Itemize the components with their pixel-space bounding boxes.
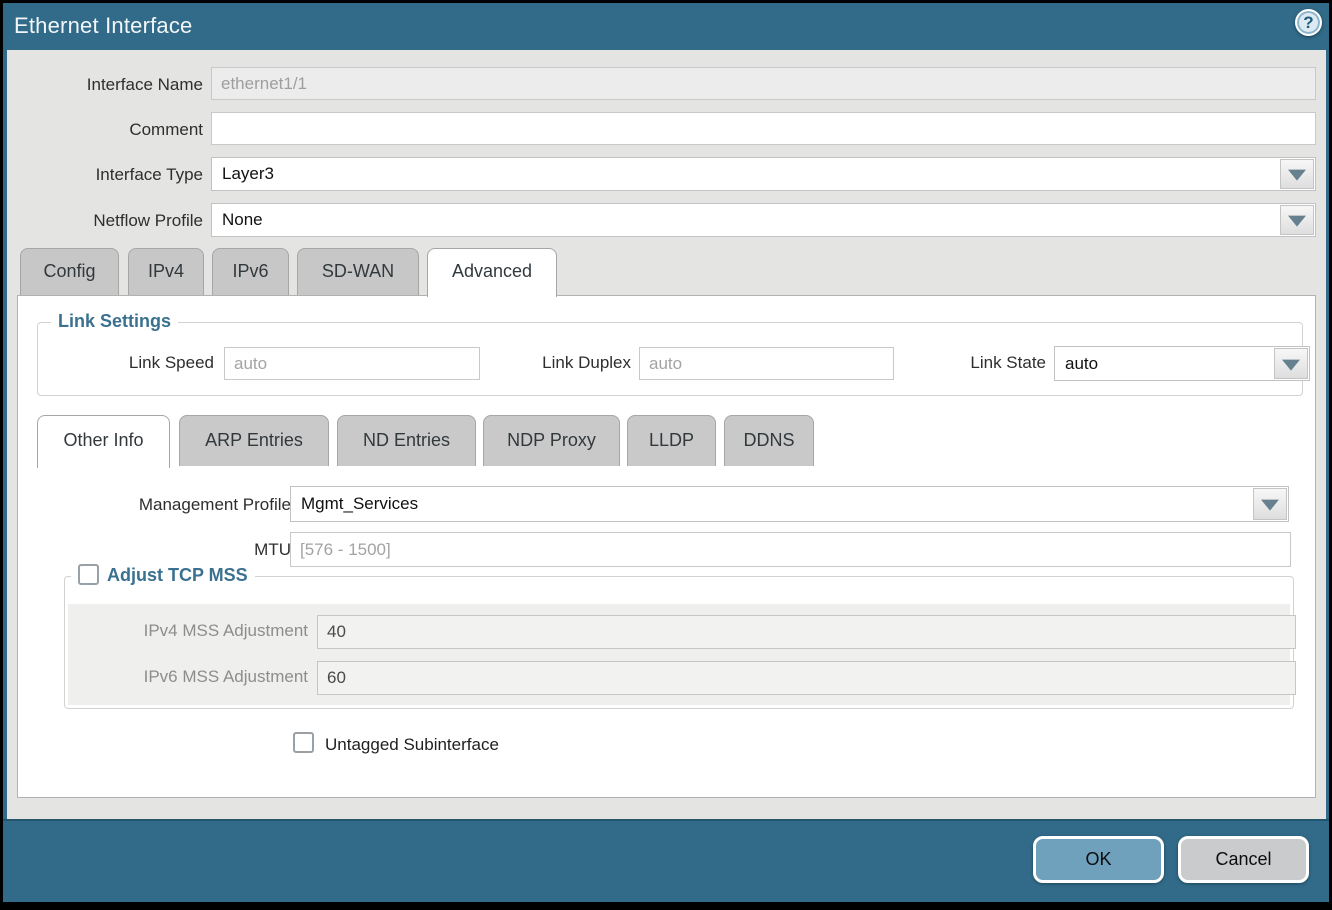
management-profile-select[interactable]: Mgmt_Services bbox=[290, 486, 1289, 522]
subtab-lldp[interactable]: LLDP bbox=[627, 415, 716, 466]
netflow-profile-select[interactable]: None bbox=[211, 203, 1316, 237]
adjust-tcp-mss-legend: Adjust TCP MSS bbox=[107, 565, 248, 585]
untagged-subinterface-label: Untagged Subinterface bbox=[325, 735, 499, 755]
tab-advanced[interactable]: Advanced bbox=[427, 248, 557, 297]
subtab-ddns[interactable]: DDNS bbox=[724, 415, 814, 466]
mtu-input[interactable] bbox=[290, 532, 1291, 567]
link-speed-label: Link Speed bbox=[64, 353, 214, 373]
management-profile-label: Management Profile bbox=[74, 495, 291, 515]
netflow-profile-label: Netflow Profile bbox=[23, 211, 203, 231]
link-state-label: Link State bbox=[924, 353, 1046, 373]
comment-label: Comment bbox=[23, 120, 203, 140]
help-icon[interactable]: ? bbox=[1295, 9, 1322, 36]
adjust-tcp-mss-fieldset: Adjust TCP MSS IPv4 MSS Adjustment IPv6 … bbox=[64, 576, 1294, 709]
dialog-frame: Ethernet Interface ? Interface Name Comm… bbox=[3, 3, 1329, 907]
link-state-value: auto bbox=[1065, 354, 1098, 374]
interface-name-input bbox=[211, 67, 1316, 100]
link-speed-input[interactable] bbox=[224, 347, 480, 380]
subtab-arp-entries[interactable]: ARP Entries bbox=[179, 415, 329, 466]
adjust-tcp-mss-legend-wrap: Adjust TCP MSS bbox=[71, 565, 255, 586]
management-profile-dropdown-icon[interactable] bbox=[1253, 488, 1287, 520]
mtu-label: MTU bbox=[74, 540, 291, 560]
tab-ipv4[interactable]: IPv4 bbox=[128, 248, 204, 295]
ok-button[interactable]: OK bbox=[1033, 836, 1164, 883]
title-bar: Ethernet Interface ? bbox=[3, 3, 1329, 50]
interface-name-label: Interface Name bbox=[23, 75, 203, 95]
subtab-nd-entries[interactable]: ND Entries bbox=[337, 415, 476, 466]
ethernet-interface-dialog: Ethernet Interface ? Interface Name Comm… bbox=[0, 0, 1332, 910]
link-settings-legend: Link Settings bbox=[51, 311, 178, 332]
ipv6-mss-label: IPv6 MSS Adjustment bbox=[98, 667, 308, 687]
mss-disabled-area: IPv4 MSS Adjustment IPv6 MSS Adjustment bbox=[68, 604, 1290, 705]
interface-type-label: Interface Type bbox=[23, 165, 203, 185]
netflow-profile-dropdown-icon[interactable] bbox=[1280, 205, 1314, 235]
subtab-ndp-proxy[interactable]: NDP Proxy bbox=[483, 415, 620, 466]
ipv6-mss-input bbox=[317, 661, 1296, 695]
tab-sdwan[interactable]: SD-WAN bbox=[297, 248, 419, 295]
netflow-profile-value: None bbox=[222, 210, 263, 230]
dialog-title: Ethernet Interface bbox=[14, 13, 192, 39]
untagged-subinterface-checkbox[interactable] bbox=[293, 732, 314, 753]
tab-config[interactable]: Config bbox=[20, 248, 119, 295]
interface-type-select[interactable]: Layer3 bbox=[211, 157, 1316, 191]
cancel-button[interactable]: Cancel bbox=[1178, 836, 1309, 883]
tab-ipv6[interactable]: IPv6 bbox=[212, 248, 289, 295]
dialog-body: Interface Name Comment Interface Type La… bbox=[7, 50, 1326, 822]
link-duplex-label: Link Duplex bbox=[504, 353, 631, 373]
management-profile-value: Mgmt_Services bbox=[301, 494, 418, 514]
comment-input[interactable] bbox=[211, 112, 1316, 145]
ipv4-mss-label: IPv4 MSS Adjustment bbox=[98, 621, 308, 641]
footer-bar: OK Cancel bbox=[3, 819, 1329, 902]
advanced-tab-panel: Link Settings Link Speed Link Duplex Lin… bbox=[17, 295, 1316, 798]
window-border bbox=[3, 902, 1329, 907]
ipv4-mss-input bbox=[317, 615, 1296, 649]
interface-type-dropdown-icon[interactable] bbox=[1280, 159, 1314, 189]
link-settings-fieldset: Link Settings Link Speed Link Duplex Lin… bbox=[37, 322, 1303, 396]
interface-type-value: Layer3 bbox=[222, 164, 274, 184]
link-state-select[interactable]: auto bbox=[1054, 346, 1310, 381]
link-state-dropdown-icon[interactable] bbox=[1274, 348, 1308, 379]
subtab-other-info[interactable]: Other Info bbox=[37, 415, 170, 468]
adjust-tcp-mss-checkbox[interactable] bbox=[78, 564, 99, 585]
link-duplex-input[interactable] bbox=[639, 347, 894, 380]
